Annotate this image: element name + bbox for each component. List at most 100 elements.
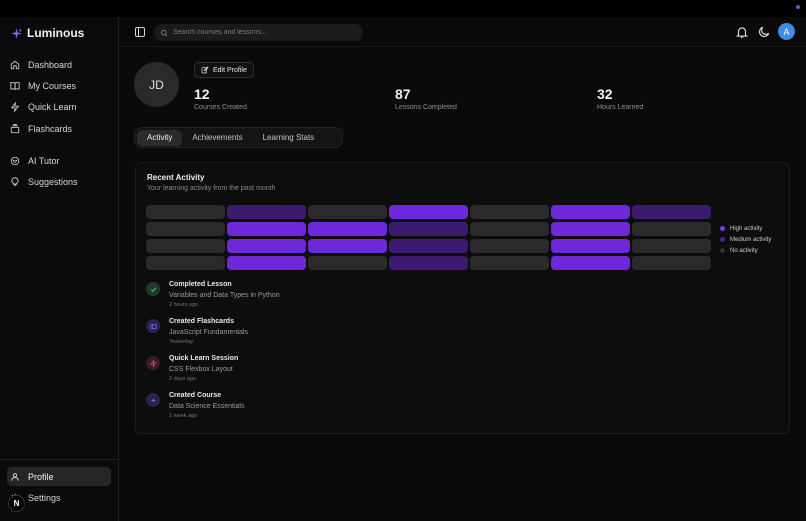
next-badge[interactable]: N (8, 495, 25, 512)
cards-icon (146, 319, 160, 333)
brand-name: Luminous (27, 26, 85, 40)
stat-label: Courses Created (194, 104, 247, 111)
heatmap-cell-high (551, 222, 630, 236)
sidebar-item-label: Dashboard (28, 59, 73, 70)
activity-time: 1 week ago (169, 413, 198, 419)
activity-time: Yesterday (169, 339, 194, 345)
user-avatar[interactable]: A (778, 23, 795, 40)
sidebar-item-label: Settings (28, 492, 61, 503)
sidebar-divider (0, 459, 119, 460)
search-icon (160, 29, 168, 36)
heatmap-cell-high (227, 256, 306, 270)
heatmap-cell-none (146, 239, 225, 253)
heatmap-cell-high (308, 239, 387, 253)
sidebar-item-profile[interactable]: Profile (7, 467, 111, 486)
activity-title: Quick Learn Session (169, 355, 239, 362)
tab-learning-stats[interactable]: Learning Stats (253, 130, 325, 146)
search-bar[interactable] (154, 24, 363, 41)
heatmap-cell-none (632, 256, 711, 270)
legend-label: No activity (730, 247, 758, 254)
moon-icon[interactable] (757, 25, 771, 39)
sidebar-item-my-courses[interactable]: My Courses (7, 76, 111, 95)
sidebar-item-label: Suggestions (28, 176, 78, 187)
heatmap-cell-medium (389, 222, 468, 236)
activity-title: Completed Lesson (169, 281, 232, 288)
heatmap-cell-none (146, 222, 225, 236)
heatmap-cell-none (308, 256, 387, 270)
legend-item: Medium activity (720, 234, 771, 245)
sidebar-item-label: Profile (28, 471, 54, 482)
bell-icon[interactable] (735, 25, 749, 39)
activity-detail: Variables and Data Types in Python (169, 292, 280, 299)
sparkle-logo-icon (11, 27, 22, 39)
sidebar: Luminous Dashboard My Courses Quick Lear… (0, 17, 119, 521)
stat-hours-learned: 32 Hours Learned (597, 86, 643, 111)
activity-title: Created Course (169, 392, 222, 399)
heatmap-cell-high (389, 205, 468, 219)
activity-detail: Data Science Essentials (169, 403, 245, 410)
home-icon (10, 60, 20, 69)
sidebar-item-label: Quick Learn (28, 101, 77, 112)
recent-activity-card: Recent Activity Your learning activity f… (135, 162, 790, 434)
zap-icon (146, 356, 160, 370)
stat-courses-created: 12 Courses Created (194, 86, 247, 111)
activity-title: Created Flashcards (169, 318, 234, 325)
heatmap-cell-medium (389, 256, 468, 270)
stat-lessons-completed: 87 Lessons Completed (395, 86, 457, 111)
zap-icon (10, 101, 20, 112)
heatmap-cell-none (470, 205, 549, 219)
sidebar-item-dashboard[interactable]: Dashboard (7, 55, 111, 74)
lightbulb-icon (11, 176, 19, 186)
card-title: Recent Activity (147, 173, 205, 182)
sidebar-item-flashcards[interactable]: Flashcards (7, 119, 111, 138)
bot-icon (10, 156, 20, 165)
heatmap-cell-none (470, 256, 549, 270)
stat-value: 12 (194, 86, 210, 102)
heatmap-cell-high (551, 205, 630, 219)
tab-activity[interactable]: Activity (137, 129, 183, 146)
heatmap-cell-none (632, 239, 711, 253)
heatmap-cell-high (227, 239, 306, 253)
stack-icon (10, 123, 20, 133)
stat-label: Lessons Completed (395, 104, 457, 111)
legend-dot (720, 237, 725, 242)
profile-tabs: Activity Achievements Learning Stats (134, 127, 343, 148)
heatmap-cell-none (146, 256, 225, 270)
legend-label: High activity (730, 225, 763, 232)
heatmap-cell-high (227, 222, 306, 236)
sidebar-item-label: My Courses (28, 80, 77, 91)
activity-detail: JavaScript Fundamentals (169, 329, 248, 336)
stat-label: Hours Learned (597, 104, 644, 111)
user-icon (11, 472, 19, 481)
heatmap-cell-medium (389, 239, 468, 253)
search-input[interactable] (173, 29, 353, 36)
heatmap-legend: High activity Medium activity No activit… (720, 223, 771, 256)
tab-achievements[interactable]: Achievements (182, 130, 252, 146)
check-icon (146, 282, 160, 296)
heatmap-cell-none (308, 205, 387, 219)
sidebar-item-ai-tutor[interactable]: AI Tutor (7, 151, 111, 170)
sparkle-icon (146, 393, 160, 407)
sidebar-item-quick-learn[interactable]: Quick Learn (7, 97, 111, 116)
legend-label: Medium activity (730, 236, 772, 243)
sidebar-item-label: AI Tutor (28, 155, 60, 166)
heatmap-cell-none (470, 222, 549, 236)
edit-profile-button[interactable]: Edit Profile (194, 62, 254, 78)
stat-value: 87 (395, 86, 411, 102)
activity-time: 2 hours ago (169, 302, 199, 308)
legend-item: High activity (720, 223, 771, 234)
sidebar-toggle-icon[interactable] (134, 26, 146, 38)
status-dot (796, 5, 800, 9)
sidebar-item-suggestions[interactable]: Suggestions (7, 172, 111, 191)
top-header: A (120, 17, 806, 47)
legend-dot (720, 248, 725, 253)
heatmap-cell-none (632, 222, 711, 236)
sidebar-item-label: Flashcards (28, 123, 73, 134)
window-top-strip (0, 0, 806, 17)
activity-detail: CSS Flexbox Layout (169, 366, 233, 373)
profile-avatar: JD (134, 62, 179, 107)
brand[interactable]: Luminous (10, 26, 84, 40)
heatmap-cell-high (308, 222, 387, 236)
heatmap-cell-medium (227, 205, 306, 219)
heatmap-cell-medium (632, 205, 711, 219)
